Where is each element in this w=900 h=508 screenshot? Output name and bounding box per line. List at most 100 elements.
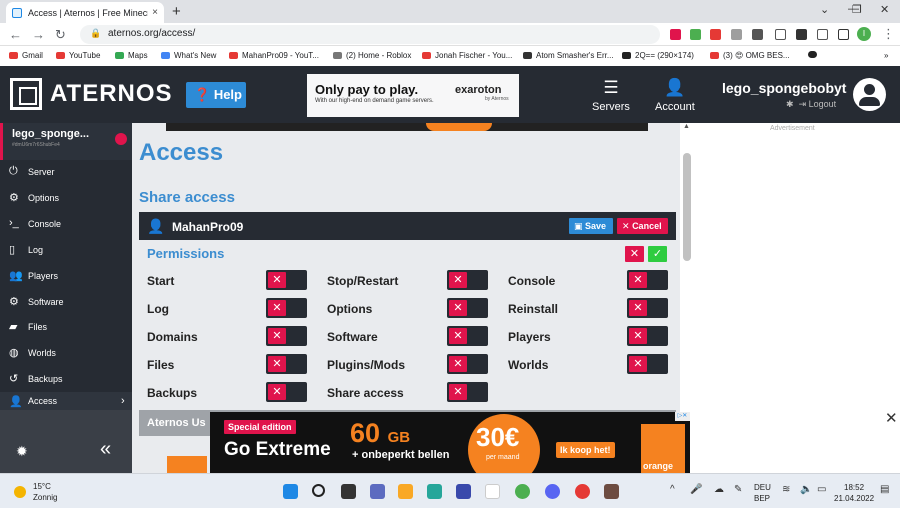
perm-toggle-reinstall[interactable]: ✕	[627, 298, 668, 318]
cast-icon[interactable]	[817, 29, 828, 40]
language-indicator[interactable]: DEU BEP	[754, 482, 771, 504]
perm-toggle-stop-restart[interactable]: ✕	[447, 270, 488, 290]
bookmark-item[interactable]: Atom Smasher's Err...	[523, 51, 614, 60]
store-icon[interactable]	[456, 484, 471, 499]
reload-icon[interactable]: ↻	[55, 27, 66, 43]
perm-toggle-players[interactable]: ✕	[627, 326, 668, 346]
sidebar-item-players[interactable]: 👥 Players	[0, 264, 132, 288]
perm-toggle-plugins-mods[interactable]: ✕	[447, 354, 488, 374]
bookmark-item[interactable]: Jonah Fischer - You...	[422, 51, 512, 60]
perm-toggle-worlds[interactable]: ✕	[627, 354, 668, 374]
restore-icon[interactable]: ❐	[852, 3, 862, 16]
scrollbar-thumb[interactable]	[683, 153, 691, 261]
opera-icon[interactable]	[575, 484, 590, 499]
extension-icon[interactable]	[752, 29, 763, 40]
minecraft-icon[interactable]	[604, 484, 619, 499]
bookmark-item[interactable]: What's New	[161, 51, 216, 60]
perm-toggle-share-access[interactable]: ✕	[447, 382, 488, 402]
perm-toggle-files[interactable]: ✕	[266, 354, 307, 374]
perm-toggle-console[interactable]: ✕	[627, 270, 668, 290]
notifications-icon[interactable]: ▤	[880, 484, 889, 495]
profile-avatar[interactable]: I	[857, 27, 871, 41]
back-icon[interactable]: ←	[9, 27, 22, 42]
window-close-icon[interactable]: ✕	[880, 3, 889, 16]
puzzle-icon[interactable]	[796, 29, 807, 40]
logout-link[interactable]: ⇥ Logout	[799, 99, 837, 109]
servers-nav[interactable]: ☰ Servers	[592, 78, 630, 113]
account-nav[interactable]: 👤 Account	[655, 78, 695, 113]
battery-icon[interactable]: ▭	[817, 484, 826, 495]
sidebar-icon[interactable]	[838, 29, 849, 40]
scrollbar[interactable]: ▲	[681, 123, 693, 410]
bookmarks-overflow-icon[interactable]: »	[884, 51, 888, 60]
user-avatar-icon[interactable]	[853, 78, 886, 111]
sidebar-item-software[interactable]: ⚙ Software	[0, 290, 132, 314]
bookmark-item[interactable]: YouTube	[56, 51, 100, 60]
allow-all-button[interactable]: ✓	[648, 246, 667, 262]
bookmark-item[interactable]: MahanPro09 - YouT...	[229, 51, 319, 60]
bottom-ad-banner[interactable]: Special edition Go Extreme 60 GB + onbep…	[210, 412, 690, 473]
edge-icon[interactable]	[427, 484, 442, 499]
mic-icon[interactable]: 🎤	[690, 484, 702, 495]
search-icon[interactable]	[312, 484, 325, 497]
server-selector[interactable]: lego_sponge... #dmU6m7r6ShubFe4	[0, 123, 132, 160]
header-ad[interactable]: Only pay to play. With our high-end on d…	[307, 74, 519, 117]
perm-toggle-start[interactable]: ✕	[266, 270, 307, 290]
extension-icon[interactable]	[731, 29, 742, 40]
bookmark-item[interactable]: (2) Home - Roblox	[333, 51, 411, 60]
bookmark-item[interactable]: (3) 😍 OMG BES...	[710, 51, 790, 60]
deny-all-button[interactable]: ✕	[625, 246, 644, 262]
new-tab-button[interactable]: +	[172, 3, 181, 20]
sidebar-item-server[interactable]: ⏻ Server	[0, 160, 132, 184]
tab-close-icon[interactable]: ×	[152, 7, 158, 18]
bookmark-item[interactable]: Gmail	[9, 51, 43, 60]
sidebar-item-console[interactable]: ›_ Console	[0, 212, 132, 236]
weather-sun-icon[interactable]	[14, 486, 26, 498]
sidebar-item-log[interactable]: ▯ Log	[0, 238, 132, 262]
browser-tab[interactable]: Access | Aternos | Free Minecraft ×	[6, 2, 164, 23]
perm-toggle-software[interactable]: ✕	[447, 326, 488, 346]
url-bar[interactable]: 🔒 aternos.org/access/	[80, 25, 660, 44]
sidebar-item-worlds[interactable]: ◍ Worlds	[0, 341, 132, 365]
forward-icon[interactable]: →	[32, 27, 45, 42]
perm-toggle-domains[interactable]: ✕	[266, 326, 307, 346]
task-view-icon[interactable]	[341, 484, 356, 499]
clock[interactable]: 18:52 21.04.2022	[834, 482, 874, 504]
cloud-icon[interactable]: ☁	[714, 484, 724, 495]
perm-toggle-log[interactable]: ✕	[266, 298, 307, 318]
bookmark-item[interactable]: Maps	[115, 51, 148, 60]
ad-buy-button[interactable]: Ik koop het!	[556, 442, 615, 458]
tray-chevron-icon[interactable]: ^	[670, 484, 675, 495]
help-button[interactable]: ❓ Help	[186, 82, 246, 108]
extension-icon[interactable]	[670, 29, 681, 40]
sidebar-item-options[interactable]: ⚙ Options	[0, 186, 132, 210]
discord-icon[interactable]	[545, 484, 560, 499]
bookmark-item[interactable]: 2Q== (290×174)	[622, 51, 694, 60]
pen-icon[interactable]: ✎	[734, 484, 742, 495]
start-icon[interactable]	[283, 484, 298, 499]
menu-dots-icon[interactable]: ⋮	[882, 26, 895, 42]
scroll-up-icon[interactable]: ▲	[683, 123, 690, 130]
adchoices-icon[interactable]: ▷✕	[675, 412, 690, 421]
bookmark-item[interactable]	[808, 51, 821, 58]
sidebar-item-backups[interactable]: ↺ Backups	[0, 367, 132, 391]
extension-icon[interactable]	[775, 29, 786, 40]
sidebar-item-access[interactable]: 👤 Access ›	[0, 392, 132, 410]
site-logo-text[interactable]: ATERNOS	[50, 80, 173, 108]
perm-toggle-backups[interactable]: ✕	[266, 382, 307, 402]
wifi-icon[interactable]: ≋	[782, 484, 790, 495]
cancel-button[interactable]: ✕ Cancel	[617, 218, 668, 234]
settings-gear-icon[interactable]: ✹	[16, 443, 28, 460]
settings-gear-icon[interactable]: ✱	[786, 99, 794, 109]
aternos-logo-icon[interactable]	[10, 78, 42, 110]
weather-widget[interactable]: 15°C Zonnig	[33, 481, 57, 503]
chrome-icon[interactable]	[515, 484, 530, 499]
extension-icon[interactable]	[690, 29, 701, 40]
sidebar-item-files[interactable]: ▰ Files	[0, 315, 132, 339]
perm-toggle-options[interactable]: ✕	[447, 298, 488, 318]
save-button[interactable]: ▣ Save	[569, 218, 613, 234]
ad-close-icon[interactable]: ✕	[885, 409, 898, 427]
extension-icon[interactable]	[710, 29, 721, 40]
volume-icon[interactable]: 🔈	[800, 484, 812, 495]
teams-icon[interactable]	[370, 484, 385, 499]
